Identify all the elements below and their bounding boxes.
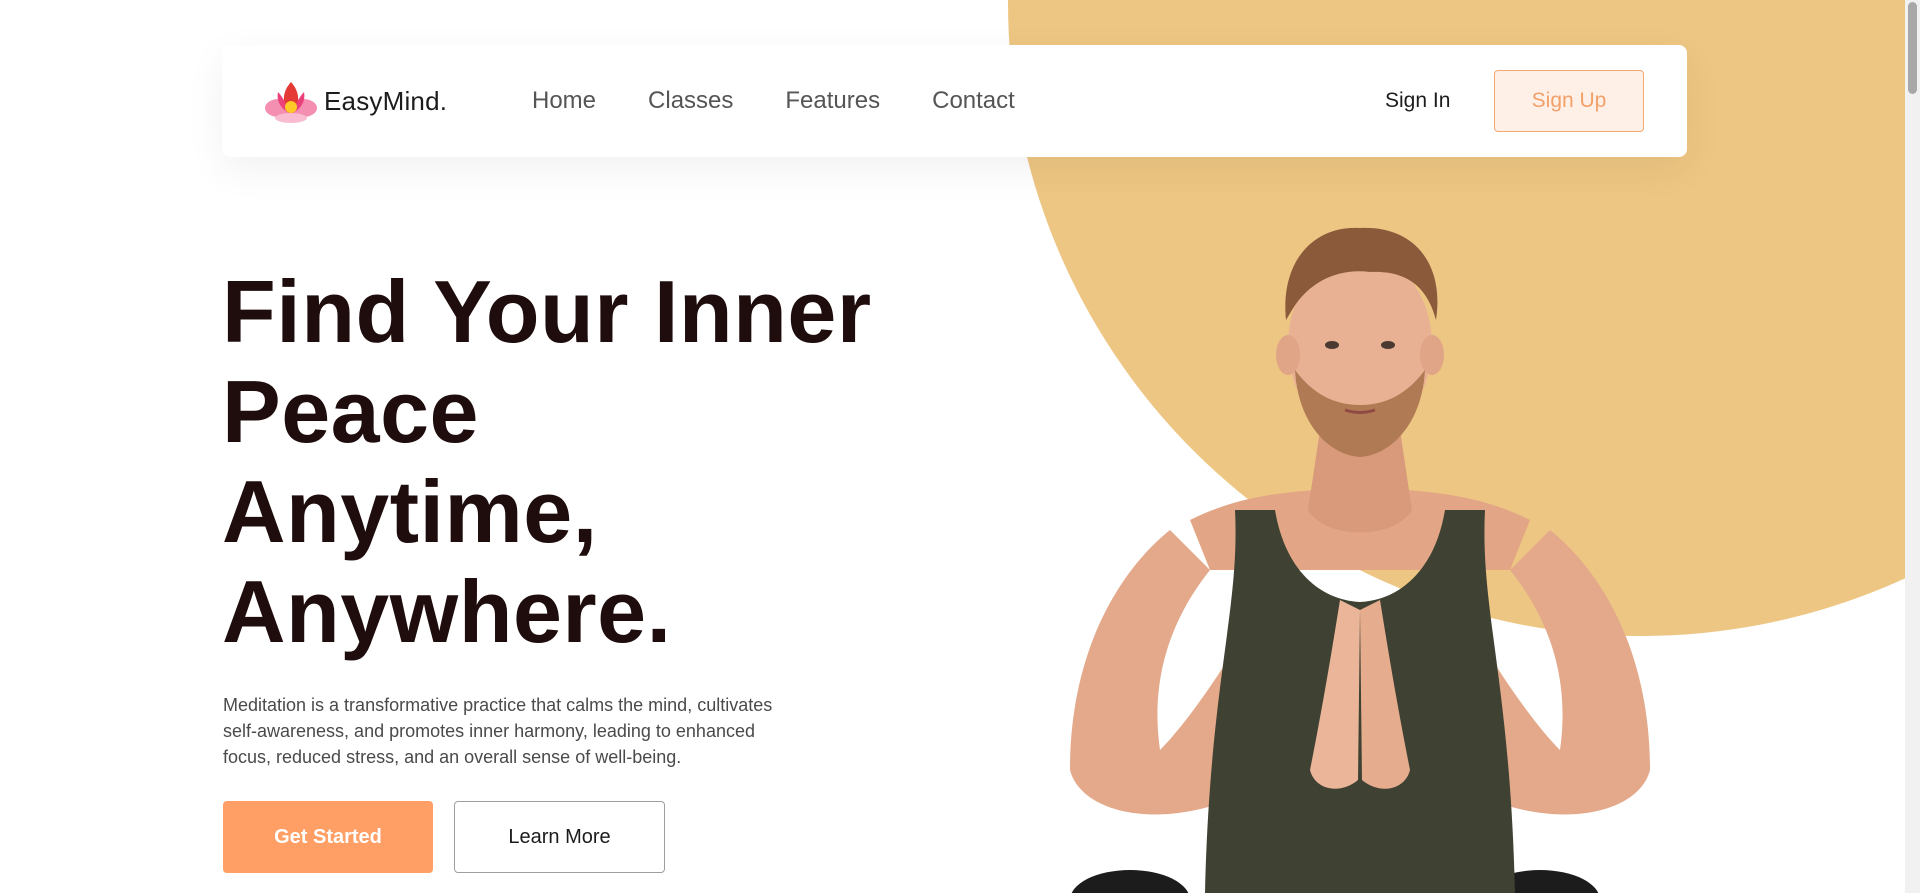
brand-name: EasyMind. — [324, 85, 448, 116]
hero-description-line: self-awareness, and promotes inner harmo… — [223, 721, 755, 741]
nav-links: Home Classes Features Contact — [532, 45, 1067, 157]
hero-title-line: Peace — [222, 362, 479, 461]
nav-link-contact[interactable]: Contact — [932, 87, 1015, 115]
hero-description-line: Meditation is a transformative practice … — [223, 695, 773, 715]
lotus-icon — [265, 82, 317, 123]
hero-description-line: focus, reduced stress, and an overall se… — [223, 747, 682, 767]
scrollbar-thumb[interactable] — [1908, 2, 1917, 94]
get-started-button[interactable]: Get Started — [223, 801, 433, 873]
hero-title: Find Your Inner Peace Anytime, Anywhere. — [222, 262, 922, 662]
meditating-man-image — [1070, 227, 1650, 893]
nav-link-classes[interactable]: Classes — [648, 87, 733, 115]
nav-link-features[interactable]: Features — [785, 87, 880, 115]
sign-in-link[interactable]: Sign In — [1385, 45, 1450, 157]
hero-description: Meditation is a transformative practice … — [223, 692, 823, 770]
page-scrollbar[interactable] — [1905, 0, 1920, 893]
sign-up-button[interactable]: Sign Up — [1494, 70, 1644, 132]
hero-title-line: Find Your Inner — [222, 262, 872, 361]
nav-link-home[interactable]: Home — [532, 87, 596, 115]
hero-title-line: Anywhere. — [222, 562, 672, 661]
top-navbar: EasyMind. Home Classes Features Contact … — [222, 45, 1687, 157]
landing-page: EasyMind. Home Classes Features Contact … — [0, 0, 1920, 893]
hero-title-line: Anytime, — [222, 462, 598, 561]
learn-more-button[interactable]: Learn More — [454, 801, 665, 873]
brand-logo[interactable]: EasyMind. — [264, 73, 447, 129]
